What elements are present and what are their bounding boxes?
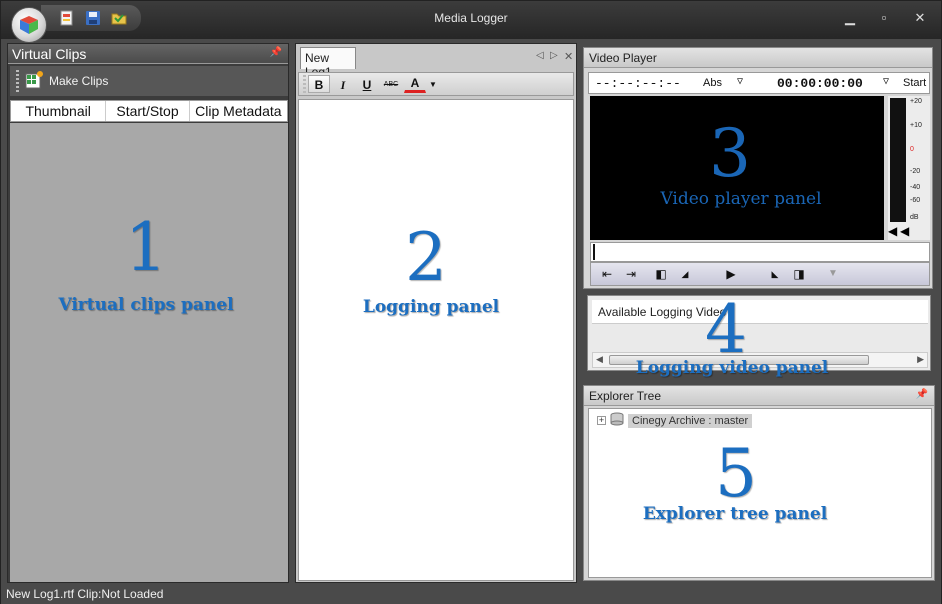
mark-out-icon[interactable]: ◨ xyxy=(791,266,807,282)
meter-tick: dB xyxy=(910,214,919,221)
prev-frame-icon[interactable]: ◢ xyxy=(677,266,693,282)
annotation-caption-3: Video player panel xyxy=(660,189,822,209)
make-clips-icon xyxy=(25,70,43,92)
title-bar: Media Logger ▁ ▫ ✕ xyxy=(1,1,941,43)
timeline-scrubber[interactable] xyxy=(590,242,930,262)
go-to-start-icon[interactable]: ⇤ xyxy=(599,266,615,282)
meter-bar xyxy=(890,98,906,222)
clips-grid-header: Thumbnail Start/Stop Clip Metadata xyxy=(10,100,288,122)
app-logo-icon xyxy=(19,15,39,35)
abs-dropdown-icon[interactable]: ▽ xyxy=(737,76,743,88)
tab-close-icon[interactable]: ✕ xyxy=(564,50,573,63)
minimize-icon[interactable]: ▁ xyxy=(843,11,857,25)
status-bar: New Log1.rtf Clip:Not Loaded xyxy=(1,584,941,604)
tree-node-label[interactable]: Cinegy Archive : master xyxy=(628,413,753,428)
scroll-left-icon[interactable]: ◀ xyxy=(596,354,603,365)
maximize-icon[interactable]: ▫ xyxy=(877,11,891,25)
pin-icon[interactable]: 📌 xyxy=(270,47,282,58)
strikethrough-button[interactable]: ABC xyxy=(380,75,402,93)
tab-scroll-left-icon[interactable]: ◁ xyxy=(536,50,544,61)
annotation-caption-1: Virtual clips panel xyxy=(58,295,234,315)
go-to-end-icon[interactable]: ⇥ xyxy=(623,266,639,282)
pin-icon[interactable]: 📌 xyxy=(916,389,928,400)
panel-title: Explorer Tree xyxy=(589,389,662,403)
window-title: Media Logger xyxy=(434,11,508,25)
transport-controls: ⇤ ⇥ ◧ ◢ ▶ ◣ ◨ ▼ xyxy=(590,262,930,286)
abs-label[interactable]: Abs xyxy=(703,77,722,89)
timecode-right: 00:00:00:00 xyxy=(777,76,863,91)
annotation-caption-5: Explorer tree panel xyxy=(642,504,828,524)
video-player-header: Video Player xyxy=(584,48,932,68)
underline-button[interactable]: U xyxy=(356,75,378,93)
meter-tick: 0 xyxy=(910,146,914,153)
log-text-editor[interactable] xyxy=(298,99,574,581)
timecode-bar: --:--:--:-- Abs ▽ 00:00:00:00 ▽ Start xyxy=(588,72,930,94)
panel-title: Virtual Clips xyxy=(12,46,87,62)
toolbar-grip[interactable] xyxy=(16,70,19,92)
playhead[interactable] xyxy=(593,244,595,260)
tab-new-log1[interactable]: New Log1 xyxy=(300,47,356,79)
clips-grid-body[interactable] xyxy=(10,123,288,582)
scroll-right-icon[interactable]: ▶ xyxy=(917,354,924,365)
meter-tick: +20 xyxy=(910,98,922,105)
column-header-clip-metadata[interactable]: Clip Metadata xyxy=(190,101,287,121)
font-color-dropdown-icon[interactable]: ▼ xyxy=(428,75,438,93)
annotation-number-4: 4 xyxy=(705,291,747,368)
expand-icon[interactable]: + xyxy=(597,416,606,425)
format-toolbar: B I U ABC A ▼ xyxy=(298,72,574,96)
font-color-button[interactable]: A xyxy=(404,75,426,93)
annotation-number-5: 5 xyxy=(715,435,757,512)
play-icon[interactable]: ▶ xyxy=(723,266,739,282)
virtual-clips-header: Virtual Clips 📌 xyxy=(8,44,288,64)
toolbar-grip[interactable] xyxy=(303,75,306,93)
column-header-start-stop[interactable]: Start/Stop xyxy=(106,101,190,121)
database-icon xyxy=(610,412,624,429)
annotation-number-1: 1 xyxy=(125,209,167,286)
media-logger-window: Media Logger ▁ ▫ ✕ Virtual Clips 📌 Make … xyxy=(0,0,942,604)
bold-button[interactable]: B xyxy=(308,75,330,93)
tab-scroll-right-icon[interactable]: ▷ xyxy=(550,50,558,61)
annotation-caption-2: Logging panel xyxy=(362,297,500,317)
mute-icon[interactable]: ◀︎ xyxy=(900,224,909,238)
close-icon[interactable]: ✕ xyxy=(913,11,927,25)
tree-node-archive[interactable]: + Cinegy Archive : master xyxy=(597,412,753,429)
make-clips-button[interactable]: Make Clips xyxy=(49,74,108,88)
column-header-thumbnail[interactable]: Thumbnail xyxy=(11,101,107,121)
meter-tick: -20 xyxy=(910,168,921,175)
meter-tick: -40 xyxy=(910,184,921,191)
audio-level-meter: +20 +10 0 -20 -40 -60 dB ◀︎ ◀︎ xyxy=(888,96,930,240)
explorer-tree-header: Explorer Tree 📌 xyxy=(584,386,934,406)
start-label[interactable]: Start xyxy=(903,77,926,89)
app-menu-orb[interactable] xyxy=(11,7,47,43)
timecode-left: --:--:--:-- xyxy=(595,76,681,91)
more-options-icon[interactable]: ▼ xyxy=(825,266,841,282)
annotation-number-2: 2 xyxy=(405,219,447,296)
meter-tick: +10 xyxy=(910,122,922,129)
meter-tick: -60 xyxy=(910,197,921,204)
annotation-caption-4: Logging video panel xyxy=(635,358,829,378)
virtual-clips-toolbar: Make Clips xyxy=(10,66,288,96)
next-frame-icon[interactable]: ◣ xyxy=(767,266,783,282)
mark-in-icon[interactable]: ◧ xyxy=(653,266,669,282)
start-dropdown-icon[interactable]: ▽ xyxy=(883,76,889,88)
speaker-icon[interactable]: ◀︎ xyxy=(888,224,897,238)
annotation-number-3: 3 xyxy=(709,115,751,192)
italic-button[interactable]: I xyxy=(332,75,354,93)
